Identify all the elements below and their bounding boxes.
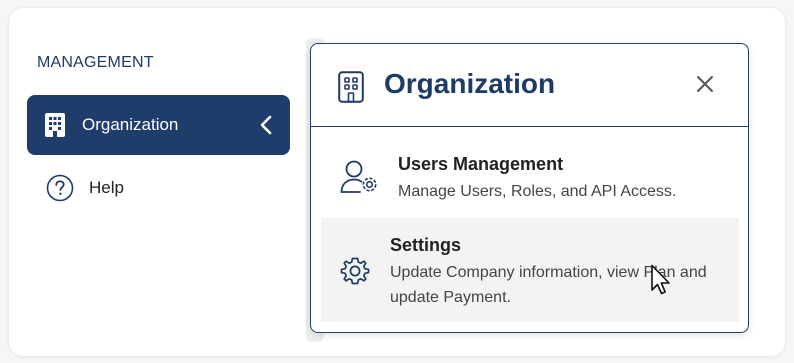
gear-icon <box>340 256 370 286</box>
help-circle-icon <box>46 174 74 202</box>
menu-item-description: Manage Users, Roles, and API Access. <box>398 183 677 200</box>
building-icon <box>45 113 65 137</box>
menu-item-title: Users Management <box>398 154 564 174</box>
chevron-left-icon[interactable] <box>260 115 272 135</box>
close-icon[interactable] <box>696 75 714 93</box>
flyout-header: Organization <box>311 44 748 127</box>
menu-item-users-management[interactable]: Users Management Manage Users, Roles, an… <box>321 136 739 212</box>
sidebar-item-organization[interactable]: Organization <box>27 95 290 155</box>
menu-item-settings[interactable]: Settings Update Company information, vie… <box>321 218 739 322</box>
menu-item-title: Settings <box>390 235 462 255</box>
section-title: MANAGEMENT <box>37 54 154 71</box>
flyout-title: Organization <box>384 68 556 99</box>
sidebar-item-label: Organization <box>82 115 179 134</box>
sidebar-item-label: Help <box>89 178 124 197</box>
menu-item-description: Update Company information, view Plan an… <box>390 264 707 306</box>
user-gear-icon <box>340 160 380 194</box>
building-outline-icon <box>338 71 364 103</box>
sidebar-item-help[interactable]: Help <box>27 158 290 218</box>
organization-flyout: Organization Users Management Manage Use… <box>310 43 749 333</box>
